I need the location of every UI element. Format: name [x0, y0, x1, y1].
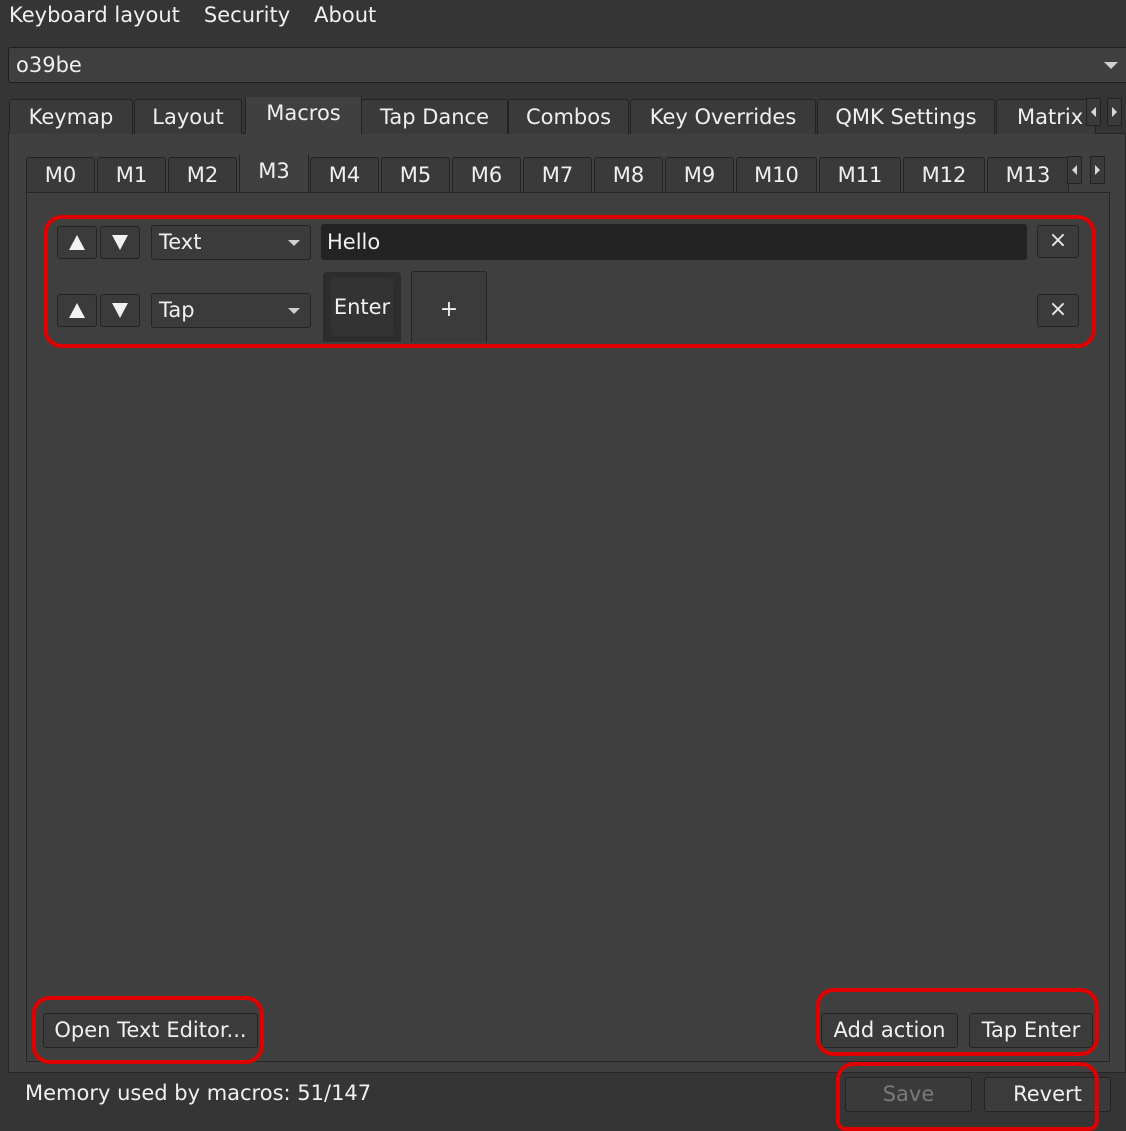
tab-m3[interactable]: M3 — [239, 155, 309, 193]
chevron-down-icon — [1104, 62, 1118, 69]
chevron-down-icon — [288, 240, 300, 246]
macro-tabs-scroll-left[interactable] — [1067, 156, 1082, 184]
main-tab-bar: Keymap Layout Macros Tap Dance Combos Ke… — [8, 97, 1126, 134]
add-key-button[interactable]: + — [411, 271, 487, 342]
menu-security[interactable]: Security — [195, 1, 299, 29]
open-text-editor-button[interactable]: Open Text Editor... — [43, 1013, 258, 1048]
key-enter[interactable]: Enter — [331, 278, 393, 336]
macro-tabs-scroll-right[interactable] — [1090, 156, 1105, 184]
action-type-select[interactable]: Text — [151, 225, 311, 260]
keyboard-select[interactable]: o39be — [8, 47, 1126, 83]
tab-layout[interactable]: Layout — [134, 99, 242, 134]
memory-usage-label: Memory used by macros: 51/147 — [25, 1081, 372, 1105]
tab-m1[interactable]: M1 — [97, 157, 166, 192]
action-type-select[interactable]: Tap — [151, 293, 311, 328]
revert-button[interactable]: Revert — [984, 1077, 1111, 1112]
arrow-up-icon — [69, 235, 85, 250]
main-tabs-scroll-right[interactable] — [1107, 98, 1122, 126]
tab-qmk-settings[interactable]: QMK Settings — [817, 99, 995, 134]
delete-action-button[interactable]: × — [1037, 294, 1079, 327]
tab-m10[interactable]: M10 — [736, 157, 817, 192]
action-type-value: Text — [159, 230, 202, 254]
keyboard-select-value: o39be — [16, 53, 82, 77]
tab-m13[interactable]: M13 — [987, 157, 1069, 192]
tab-m4[interactable]: M4 — [310, 157, 379, 192]
move-up-button[interactable] — [57, 294, 97, 327]
tab-m12[interactable]: M12 — [903, 157, 985, 192]
arrow-down-icon — [112, 303, 128, 318]
main-tabs-scroll-left[interactable] — [1086, 98, 1101, 126]
menu-keyboard-layout[interactable]: Keyboard layout — [0, 1, 189, 29]
action-type-value: Tap — [159, 298, 195, 322]
tap-enter-button[interactable]: Tap Enter — [969, 1013, 1093, 1048]
chevron-right-icon — [1112, 107, 1117, 117]
macro-tab-bar: M0 M1 M2 M3 M4 M5 M6 M7 M8 M9 M10 M11 M1… — [26, 155, 1116, 193]
chevron-left-icon — [1091, 107, 1096, 117]
tab-matrix[interactable]: Matrix — [996, 99, 1096, 134]
arrow-down-icon — [112, 235, 128, 250]
tab-keymap[interactable]: Keymap — [9, 99, 133, 134]
menu-bar: Keyboard layout Security About — [0, 0, 1126, 30]
tab-m5[interactable]: M5 — [381, 157, 450, 192]
move-down-button[interactable] — [100, 294, 140, 327]
tab-m9[interactable]: M9 — [665, 157, 734, 192]
tab-m6[interactable]: M6 — [452, 157, 521, 192]
text-action-input[interactable]: Hello — [321, 224, 1027, 260]
move-down-button[interactable] — [100, 226, 140, 259]
tab-key-overrides[interactable]: Key Overrides — [630, 99, 816, 134]
tab-macros[interactable]: Macros — [245, 97, 362, 134]
tap-key-slot: Enter — [323, 272, 401, 342]
tab-tap-dance[interactable]: Tap Dance — [361, 99, 508, 134]
chevron-down-icon — [288, 308, 300, 314]
tab-combos[interactable]: Combos — [508, 99, 629, 134]
chevron-left-icon — [1072, 165, 1077, 175]
tab-m11[interactable]: M11 — [819, 157, 901, 192]
tab-m7[interactable]: M7 — [523, 157, 592, 192]
chevron-right-icon — [1095, 165, 1100, 175]
menu-about[interactable]: About — [305, 1, 385, 29]
tab-m0[interactable]: M0 — [26, 157, 95, 192]
save-button[interactable]: Save — [845, 1077, 972, 1112]
add-action-button[interactable]: Add action — [821, 1013, 958, 1048]
move-up-button[interactable] — [57, 226, 97, 259]
tab-m2[interactable]: M2 — [168, 157, 237, 192]
delete-action-button[interactable]: × — [1037, 225, 1079, 258]
arrow-up-icon — [69, 303, 85, 318]
tab-m8[interactable]: M8 — [594, 157, 663, 192]
